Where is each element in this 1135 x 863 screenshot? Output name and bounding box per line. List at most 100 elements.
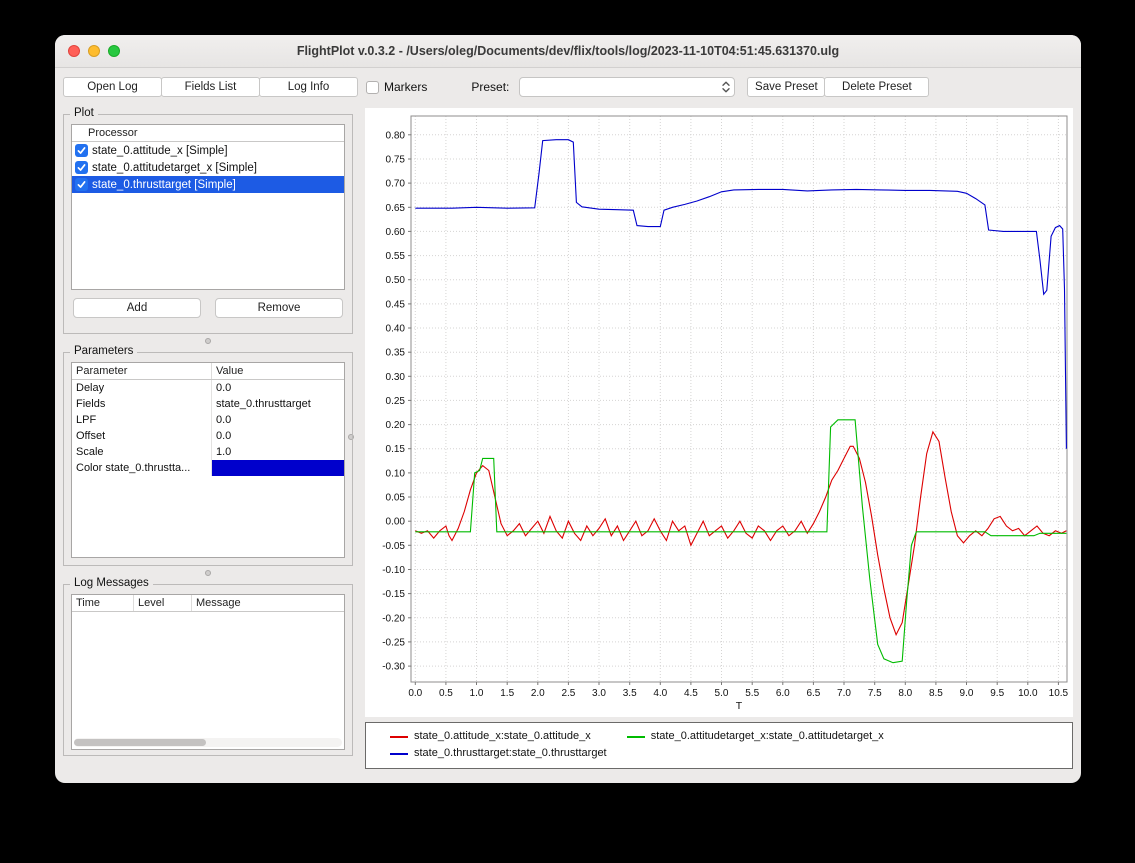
chart-canvas[interactable]: 0.00.51.01.52.02.53.03.54.04.55.05.56.06… — [365, 108, 1073, 712]
plot-list-row[interactable]: state_0.attitudetarget_x [Simple] — [72, 159, 344, 176]
svg-text:3.5: 3.5 — [623, 688, 637, 699]
minimize-window-button[interactable] — [88, 45, 100, 57]
remove-button[interactable]: Remove — [215, 298, 343, 318]
svg-text:0.45: 0.45 — [386, 299, 406, 310]
param-name: LPF — [72, 412, 212, 428]
preset-combobox[interactable] — [519, 77, 735, 97]
close-window-button[interactable] — [68, 45, 80, 57]
svg-text:0.0: 0.0 — [408, 688, 422, 699]
toolbar: Open Log Fields List Log Info Markers Pr… — [55, 68, 1081, 104]
param-value[interactable]: 1.0 — [212, 444, 344, 460]
param-row[interactable]: LPF 0.0 — [72, 412, 344, 428]
toolbar-button-group: Open Log Fields List Log Info — [63, 77, 357, 97]
param-row[interactable]: Offset 0.0 — [72, 428, 344, 444]
plot-row-label: state_0.attitudetarget_x [Simple] — [92, 162, 257, 174]
svg-text:1.5: 1.5 — [500, 688, 514, 699]
chevron-up-down-icon — [718, 78, 734, 96]
save-preset-button[interactable]: Save Preset — [747, 77, 825, 97]
markers-checkbox-group: Markers — [366, 80, 427, 94]
time-column-header[interactable]: Time — [72, 595, 134, 611]
param-value[interactable]: 0.0 — [212, 412, 344, 428]
title-bar: FlightPlot v.0.3.2 - /Users/oleg/Documen… — [55, 35, 1081, 68]
legend-label: state_0.attitude_x:state_0.attitude_x — [414, 728, 591, 745]
svg-text:4.0: 4.0 — [653, 688, 667, 699]
svg-text:6.0: 6.0 — [776, 688, 790, 699]
param-row[interactable]: Delay 0.0 — [72, 380, 344, 396]
plot-row-label: state_0.thrusttarget [Simple] — [92, 179, 236, 191]
svg-text:3.0: 3.0 — [592, 688, 606, 699]
main-content: Plot Processor state_0.attitude_x [Simpl… — [55, 104, 1081, 783]
legend-item: state_0.thrusttarget:state_0.thrusttarge… — [390, 745, 607, 762]
param-value[interactable]: 0.0 — [212, 380, 344, 396]
svg-text:7.0: 7.0 — [837, 688, 851, 699]
parameters-panel-title: Parameters — [70, 345, 137, 357]
horizontal-scrollbar[interactable] — [74, 738, 342, 747]
legend-row: state_0.attitude_x:state_0.attitude_x st… — [390, 728, 1064, 745]
add-button[interactable]: Add — [73, 298, 201, 318]
fields-list-button[interactable]: Fields List — [161, 77, 260, 97]
open-log-button[interactable]: Open Log — [63, 77, 162, 97]
processor-column-header[interactable]: Processor — [72, 125, 344, 141]
svg-text:0.10: 0.10 — [386, 468, 406, 479]
legend-label: state_0.attitudetarget_x:state_0.attitud… — [651, 728, 884, 745]
plot-list-row[interactable]: state_0.attitude_x [Simple] — [72, 142, 344, 159]
param-value[interactable]: state_0.thrusttarget — [212, 396, 344, 412]
legend-label: state_0.thrusttarget:state_0.thrusttarge… — [414, 745, 607, 762]
checkbox-checked-icon[interactable] — [75, 144, 88, 157]
log-info-button[interactable]: Log Info — [259, 77, 358, 97]
svg-text:0.80: 0.80 — [386, 130, 406, 141]
preset-action-group: Save Preset Delete Preset — [741, 77, 928, 97]
svg-text:2.5: 2.5 — [561, 688, 575, 699]
log-messages-table: Time Level Message — [71, 594, 345, 750]
plot-table-header: Processor — [72, 125, 344, 142]
left-panel: Plot Processor state_0.attitude_x [Simpl… — [63, 106, 353, 780]
window-title: FlightPlot v.0.3.2 - /Users/oleg/Documen… — [297, 44, 839, 58]
svg-text:0.60: 0.60 — [386, 227, 406, 238]
level-column-header[interactable]: Level — [134, 595, 192, 611]
svg-text:1.0: 1.0 — [470, 688, 484, 699]
svg-text:2.0: 2.0 — [531, 688, 545, 699]
svg-text:8.5: 8.5 — [929, 688, 943, 699]
checkbox-checked-icon[interactable] — [75, 178, 88, 191]
svg-text:8.0: 8.0 — [898, 688, 912, 699]
message-column-header[interactable]: Message — [192, 595, 344, 611]
chart-legend: state_0.attitude_x:state_0.attitude_x st… — [365, 722, 1073, 769]
markers-checkbox[interactable] — [366, 81, 379, 94]
svg-text:-0.10: -0.10 — [382, 565, 405, 576]
svg-text:-0.30: -0.30 — [382, 662, 405, 673]
param-value[interactable] — [212, 460, 344, 476]
plot-panel-buttons: Add Remove — [71, 298, 345, 318]
svg-text:0.55: 0.55 — [386, 251, 406, 262]
traffic-lights — [68, 45, 120, 57]
checkbox-checked-icon[interactable] — [75, 161, 88, 174]
plot-panel-title: Plot — [70, 107, 98, 119]
log-table-header: Time Level Message — [72, 595, 344, 612]
svg-text:10.5: 10.5 — [1049, 688, 1069, 699]
svg-text:0.30: 0.30 — [386, 372, 406, 383]
svg-text:0.20: 0.20 — [386, 420, 406, 431]
svg-text:5.0: 5.0 — [715, 688, 729, 699]
plot-list-row[interactable]: state_0.thrusttarget [Simple] — [72, 176, 344, 193]
value-column-header[interactable]: Value — [212, 363, 344, 379]
param-name: Delay — [72, 380, 212, 396]
svg-text:0.5: 0.5 — [439, 688, 453, 699]
svg-text:7.5: 7.5 — [868, 688, 882, 699]
svg-text:0.65: 0.65 — [386, 203, 406, 214]
parameter-column-header[interactable]: Parameter — [72, 363, 212, 379]
log-messages-panel-title: Log Messages — [70, 577, 153, 589]
param-row[interactable]: Fields state_0.thrusttarget — [72, 396, 344, 412]
svg-text:-0.25: -0.25 — [382, 637, 405, 648]
red-line-sample-icon — [390, 736, 408, 738]
svg-text:0.40: 0.40 — [386, 324, 406, 335]
svg-text:5.5: 5.5 — [745, 688, 759, 699]
parameters-panel: Parameters Parameter Value Delay 0.0 Fie… — [63, 352, 353, 566]
param-value[interactable]: 0.0 — [212, 428, 344, 444]
param-row[interactable]: Scale 1.0 — [72, 444, 344, 460]
horizontal-scrollbar-thumb[interactable] — [74, 739, 206, 746]
param-row[interactable]: Color state_0.thrustta... — [72, 460, 344, 476]
blue-line-sample-icon — [390, 753, 408, 755]
delete-preset-button[interactable]: Delete Preset — [824, 77, 929, 97]
zoom-window-button[interactable] — [108, 45, 120, 57]
svg-text:0.35: 0.35 — [386, 348, 406, 359]
color-swatch[interactable] — [212, 460, 344, 476]
